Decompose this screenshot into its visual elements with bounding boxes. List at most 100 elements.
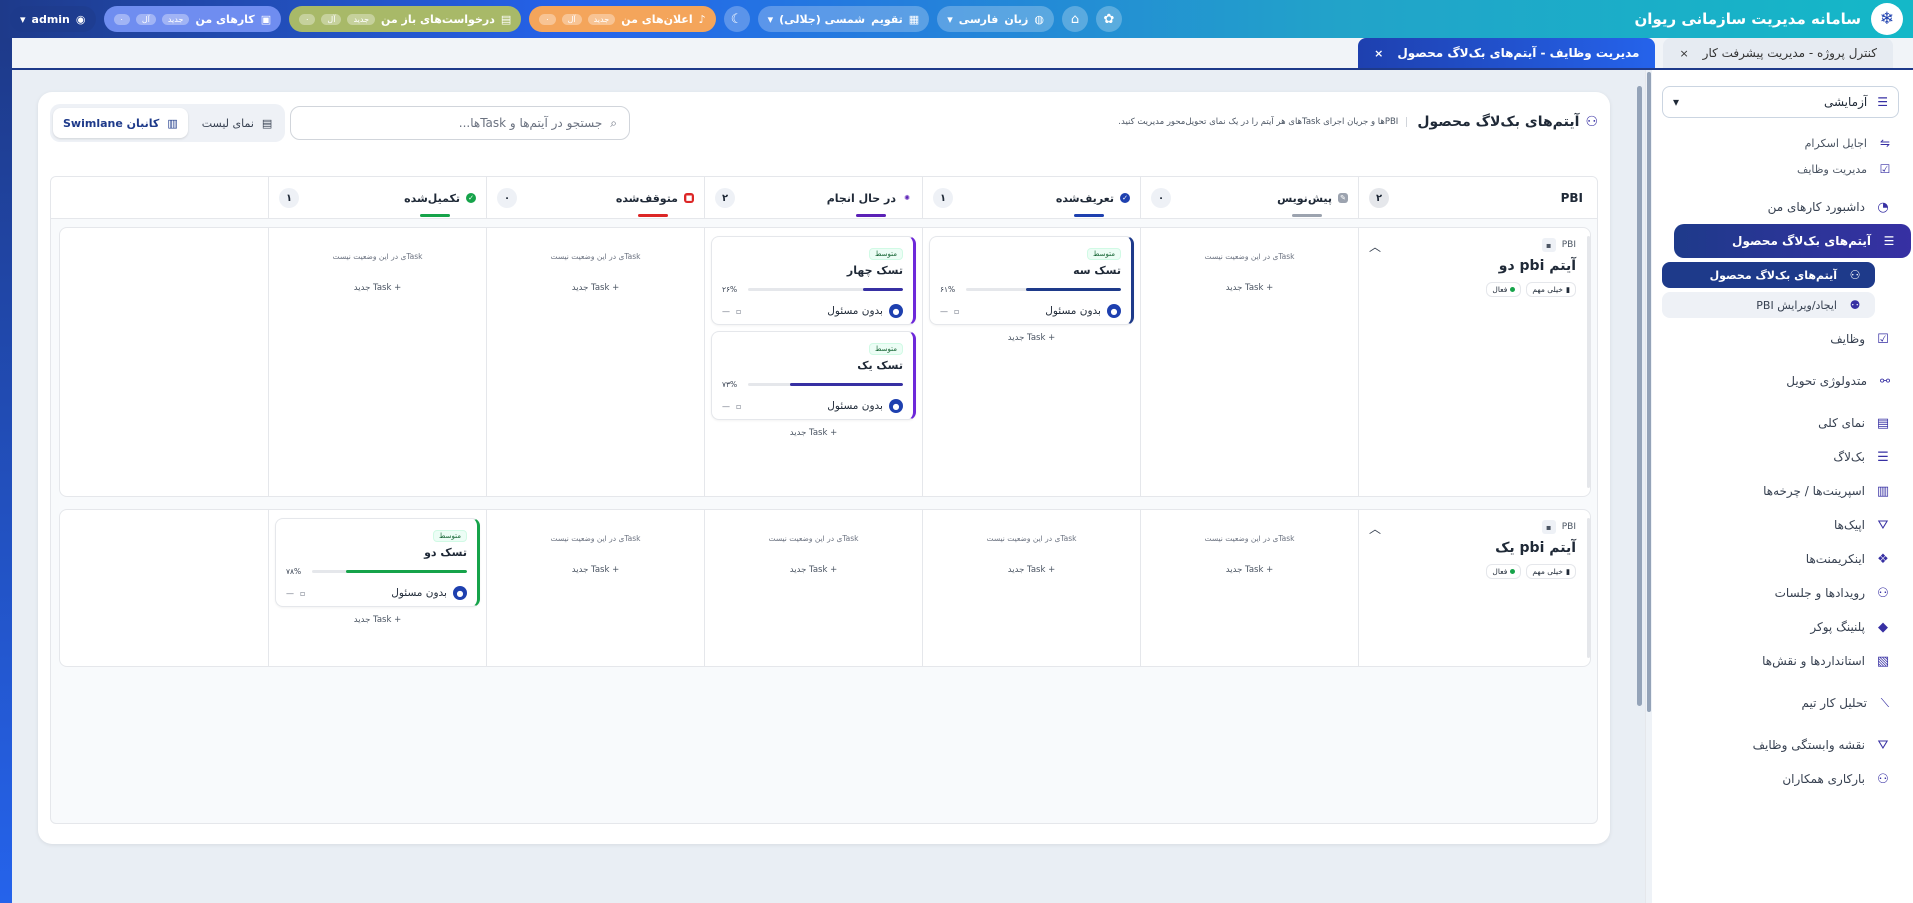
column-header-done: ✓ تکمیل‌شده ۱ <box>268 177 486 219</box>
priority-badge: ▮ خیلی مهم <box>1526 282 1576 297</box>
my-tasks-button[interactable]: ۰ آل جدید کارهای من ▣ <box>103 6 282 32</box>
app-brand[interactable]: ❄ سامانه مدیریت سازمانی ریوان <box>1634 3 1903 35</box>
breadcrumb-scrum[interactable]: ⇋ اجایل اسکرام <box>1662 130 1899 156</box>
left-accent-strip <box>0 38 12 903</box>
user-menu[interactable]: ▾ admin ◉ <box>10 6 96 32</box>
sidebar-item-label: وظایف <box>1830 332 1865 346</box>
chevron-up-icon[interactable]: ︿ <box>1369 520 1381 537</box>
close-icon[interactable]: × <box>1679 47 1688 60</box>
sidebar-section-delivery[interactable]: ⚯ متدولوژی تحویل <box>1662 364 1899 398</box>
pbi-title[interactable]: آیتم pbi دو <box>1373 258 1576 274</box>
sidebar-item-label: اینکریمنت‌ها <box>1805 552 1865 566</box>
sidebar-item-dependency-map[interactable]: ⛛ نقشه وابستگی وظایف <box>1662 728 1899 762</box>
column-header-empty <box>57 177 268 219</box>
open-requests-button[interactable]: ۰ آل جدید درخواست‌های باز من ▤ <box>289 6 522 32</box>
tag-icon: ◆ <box>1878 619 1888 635</box>
tab-backlog-items[interactable]: مدیریت وظایف - آیتم‌های بک‌لاگ محصول × <box>1358 38 1656 68</box>
calendar-icon: ▫ <box>300 588 306 598</box>
stop-icon: ■ <box>684 193 694 203</box>
calendar-label: تقویم <box>871 12 903 26</box>
pbi-title[interactable]: آیتم pbi یک <box>1373 540 1576 556</box>
checklist-icon: ☑ <box>1879 162 1891 176</box>
language-label: زبان <box>1004 12 1029 26</box>
list-view-button[interactable]: ▤ نمای لیست <box>192 108 283 138</box>
sidebar-section-analysis[interactable]: ⟋ تحلیل کار تیم <box>1662 686 1899 720</box>
pbi-menu-icon[interactable]: ▪ <box>1541 238 1556 252</box>
app-title: سامانه مدیریت سازمانی ریوان <box>1634 10 1862 28</box>
workspace-select[interactable]: ☰ آزمایشی ▾ <box>1662 86 1899 118</box>
swimlane: ︿ PBI ▪ آیتم pbi یک ▮ خیلی مهم فعال Taskی… <box>59 509 1591 667</box>
add-task-button[interactable]: + Task جدید <box>275 615 480 625</box>
sidebar-scrollbar[interactable] <box>1646 70 1652 903</box>
progress-bar <box>748 288 903 291</box>
sidebar-item-label: آیتم‌های بک‌لاگ محصول <box>1709 268 1837 282</box>
sidebar-item-increments[interactable]: ❖ اینکریمنت‌ها <box>1662 542 1899 576</box>
sidebar-item-label: ایجاد/ویرایش PBI <box>1756 298 1837 312</box>
add-task-button[interactable]: + Task جدید <box>711 565 916 575</box>
organization-button[interactable]: ⌂ <box>1061 6 1088 32</box>
theme-button[interactable]: ✿ <box>1095 6 1122 32</box>
priority-label: خیلی مهم <box>1532 567 1563 576</box>
gauge-icon: ◔ <box>1877 199 1889 215</box>
sidebar-item-epics[interactable]: ⛛ اپیک‌ها <box>1662 508 1899 542</box>
task-card[interactable]: متوسط تسک یک ۷۳% ● بدون مسئول ▫ — <box>711 331 916 420</box>
search-input[interactable]: جستجو در آیتم‌ها و Taskها... <box>459 116 603 130</box>
pbi-tag: PBI ▪ <box>1373 520 1576 534</box>
add-task-button[interactable]: + Task جدید <box>493 565 698 575</box>
sidebar-item-events[interactable]: ⚇ رویدادها و جلسات <box>1662 576 1899 610</box>
requests-all: آل <box>321 13 342 25</box>
breadcrumb-task-management[interactable]: ☑ مدیریت وظایف <box>1662 156 1899 182</box>
sidebar-item-sprints[interactable]: ▥ اسپرینت‌ها / چرخه‌ها <box>1662 474 1899 508</box>
sidebar-item-workload[interactable]: ⚇ بارکاری همکاران <box>1662 762 1899 796</box>
user-icon: ● <box>453 586 467 600</box>
task-card[interactable]: متوسط تسک سه ۶۱% ● بدون مسئول ▫ — <box>929 236 1134 325</box>
add-task-button[interactable]: + Task جدید <box>1147 565 1352 575</box>
sidebar-item-tasks[interactable]: ☑ وظایف <box>1662 322 1899 356</box>
language-select[interactable]: ▾ فارسی زبان ◍ <box>937 6 1054 32</box>
lane-cell-defined: Taskی در این وضعیت نیست + Task جدید <box>922 510 1140 666</box>
sidebar-item-standards[interactable]: ▧ استانداردها و نقش‌ها <box>1662 644 1899 678</box>
sidebar-item-overview[interactable]: ▤ نمای کلی <box>1662 406 1899 440</box>
task-title: تسک دو <box>424 546 467 559</box>
sidebar-item-label: نمای کلی <box>1818 416 1865 430</box>
state-badge: فعال <box>1486 282 1522 297</box>
sidebar-subitem-backlog[interactable]: ⚇ آیتم‌های بک‌لاگ محصول <box>1662 262 1875 288</box>
chevron-up-icon[interactable]: ︿ <box>1369 238 1381 255</box>
pbi-tag: PBI ▪ <box>1373 238 1576 252</box>
column-label: متوقف‌شده <box>615 191 678 205</box>
pbi-type: PBI <box>1561 240 1576 250</box>
announcements-count: ۰ <box>539 13 556 25</box>
task-card[interactable]: متوسط تسک چهار ۲۶% ● بدون مسئول ▫ — <box>711 236 916 325</box>
kanban-view-button[interactable]: ▥ کانبان Swimlane <box>53 108 188 138</box>
sidebar-subitem-edit-pbi[interactable]: ⚉ ایجاد/ویرایش PBI <box>1662 292 1875 318</box>
calendar-select[interactable]: ▾ شمسی (جلالی) تقویم ▦ <box>757 6 930 32</box>
globe-icon: ◍ <box>1034 12 1044 26</box>
sidebar-item-backlog[interactable]: ☰ آیتم‌های بک‌لاگ محصول <box>1674 224 1911 258</box>
sidebar-item-label: اپیک‌ها <box>1833 518 1865 532</box>
main-scrollbar[interactable] <box>1636 80 1644 720</box>
moon-icon: ☾ <box>730 11 743 27</box>
add-task-button[interactable]: + Task جدید <box>275 283 480 293</box>
add-task-button[interactable]: + Task جدید <box>493 283 698 293</box>
close-icon[interactable]: × <box>1374 47 1383 60</box>
calendar-icon: ▫ <box>736 401 742 411</box>
sidebar-item-dashboard[interactable]: ◔ داشبورد کارهای من <box>1662 190 1899 224</box>
overview-icon: ▤ <box>1876 415 1890 431</box>
add-task-button[interactable]: + Task جدید <box>929 565 1134 575</box>
search-box[interactable]: ⌕ جستجو در آیتم‌ها و Taskها... <box>290 106 630 140</box>
add-task-button[interactable]: + Task جدید <box>929 333 1134 343</box>
announcements-button[interactable]: ۰ آل جدید اعلان‌های من ♪ <box>529 6 716 32</box>
my-tasks-all: آل <box>135 13 156 25</box>
pbi-menu-icon[interactable]: ▪ <box>1541 520 1556 534</box>
dark-mode-toggle[interactable]: ☾ <box>723 6 750 32</box>
sidebar-item-backlog-list[interactable]: ☰ بک‌لاگ <box>1662 440 1899 474</box>
add-task-button[interactable]: + Task جدید <box>711 428 916 438</box>
column-header-stopped: ■ متوقف‌شده ۰ <box>486 177 704 219</box>
add-task-button[interactable]: + Task جدید <box>1147 283 1352 293</box>
task-card[interactable]: متوسط تسک دو ۷۸% ● بدون مسئول ▫ — <box>275 518 480 607</box>
column-label: PBI <box>1560 191 1583 205</box>
language-value: فارسی <box>958 12 999 26</box>
sidebar-item-planning-poker[interactable]: ◆ پلنینگ پوکر <box>1662 610 1899 644</box>
check-circle-icon: ✓ <box>466 193 476 203</box>
tab-project-control[interactable]: کنترل پروژه - مدیریت پیشرفت کار × <box>1663 38 1893 68</box>
